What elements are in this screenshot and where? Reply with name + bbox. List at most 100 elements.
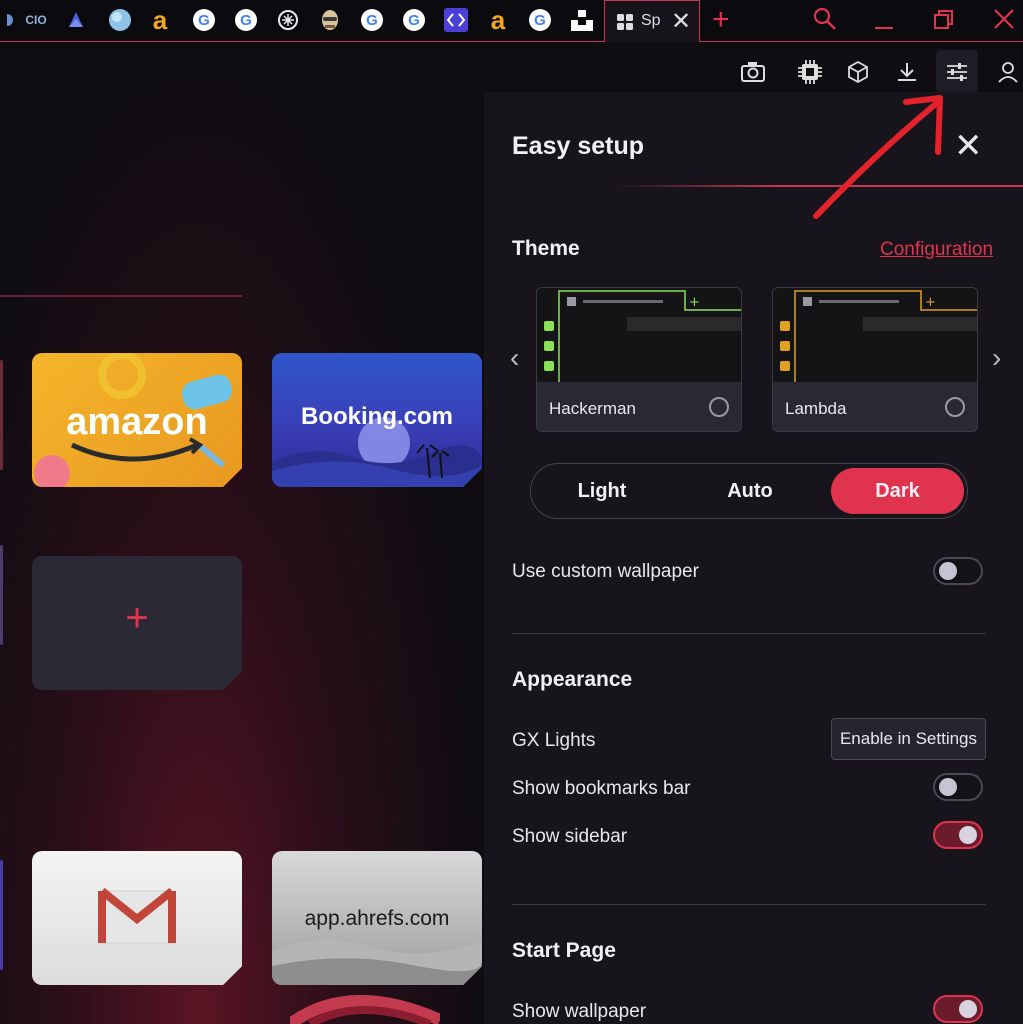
sidebar-toggle[interactable]: [933, 821, 983, 849]
show-wallpaper-label: Show wallpaper: [512, 1001, 647, 1022]
toggle-knob: [939, 778, 957, 796]
custom-wallpaper-toggle[interactable]: [933, 557, 983, 585]
speed-dial-tile-amazon[interactable]: amazon: [32, 353, 242, 487]
tab-google-2[interactable]: G: [234, 8, 258, 32]
tab-google-4[interactable]: G: [402, 8, 426, 32]
camera-icon: [741, 62, 765, 82]
tab-google-5[interactable]: G: [528, 8, 552, 32]
search-icon[interactable]: [812, 6, 838, 32]
tab-strip: CIO a G G G G a G Sp ✕ +: [0, 0, 1023, 42]
hackerman-dot: [544, 341, 554, 351]
svg-text:+: +: [925, 295, 936, 310]
active-tab-title: Sp: [641, 12, 661, 29]
toggle-knob: [939, 562, 957, 580]
left-edge-tile-fragment: [0, 360, 3, 470]
snapshot-button[interactable]: [739, 58, 767, 86]
start-page-section-title: Start Page: [512, 939, 616, 962]
speed-dial-tile-ahrefs[interactable]: app.ahrefs.com: [272, 851, 482, 985]
profile-button[interactable]: [994, 58, 1022, 86]
partial-favicon-icon: [7, 14, 13, 26]
appearance-section-title: Appearance: [512, 668, 633, 691]
annotation-arrow-icon: [813, 95, 943, 219]
close-window-icon[interactable]: [992, 7, 1016, 31]
tab-close-button[interactable]: ✕: [671, 7, 691, 36]
tab-amazon-2[interactable]: a: [486, 5, 510, 35]
new-tab-button[interactable]: +: [712, 3, 730, 37]
tab-partial-favicon[interactable]: [0, 8, 24, 32]
decorative-ribbon-icon: [290, 994, 440, 1024]
speed-dial-tile-booking[interactable]: Booking.com: [272, 353, 482, 487]
unsplash-favicon-icon: [571, 10, 593, 31]
tab-amazon-1[interactable]: a: [148, 7, 172, 33]
speed-dial-grid-icon: [617, 14, 633, 30]
custom-wallpaper-label: Use custom wallpaper: [512, 561, 699, 582]
tab-cio[interactable]: CIO: [24, 8, 48, 32]
lambda-preview-icon: +: [794, 290, 977, 382]
plus-icon: +: [125, 596, 149, 640]
profile-icon: [998, 62, 1018, 83]
tab-google-3[interactable]: G: [360, 8, 384, 32]
openai-favicon-icon: [278, 10, 298, 30]
mode-dark-button[interactable]: Dark: [831, 464, 964, 518]
linear-favicon-icon: [69, 12, 83, 27]
bookmarks-bar-toggle[interactable]: [933, 773, 983, 801]
hackerman-radio[interactable]: [709, 397, 729, 417]
toggle-knob: [959, 826, 977, 844]
cio-favicon-label: CIO: [25, 13, 47, 27]
tab-speed-dial-active[interactable]: Sp ✕: [604, 0, 700, 42]
tab-avatar[interactable]: [318, 8, 342, 32]
svg-text:+: +: [689, 295, 700, 310]
gmail-tile-label: M: [32, 851, 242, 852]
booking-tile-label: Booking.com: [300, 403, 453, 430]
avatar-favicon-icon: [322, 10, 338, 30]
tab-chatgpt[interactable]: [276, 8, 300, 32]
theme-prev-chevron-icon[interactable]: ‹: [510, 342, 519, 374]
toggle-knob: [959, 1000, 977, 1018]
amazon-favicon-icon: a: [490, 5, 506, 35]
show-wallpaper-toggle[interactable]: [933, 995, 983, 1023]
lambda-radio[interactable]: [945, 397, 965, 417]
gmail-envelope-icon: [98, 887, 176, 944]
tab-unsplash[interactable]: [570, 8, 594, 32]
google-favicon-icon: G: [361, 9, 383, 31]
minimize-icon[interactable]: [872, 8, 896, 32]
section-divider: [512, 633, 986, 634]
ahrefs-tile-label: app.ahrefs.com: [304, 907, 450, 930]
hackerman-dot: [544, 361, 554, 371]
mode-light-button[interactable]: Light: [531, 464, 673, 518]
speed-dial-separator: [0, 295, 242, 297]
theme-card-hackerman[interactable]: + Hackerman: [536, 287, 742, 432]
speed-dial-tile-gmail[interactable]: M: [32, 851, 242, 985]
enable-in-settings-button[interactable]: Enable in Settings: [831, 718, 986, 760]
lambda-dot: [780, 321, 790, 331]
restore-icon[interactable]: [932, 8, 956, 32]
panel-title: Easy setup: [512, 132, 645, 160]
gx-lights-label: GX Lights: [512, 730, 596, 751]
configuration-link[interactable]: Configuration: [880, 239, 993, 261]
theme-next-chevron-icon[interactable]: ›: [992, 342, 1001, 374]
theme-section-title: Theme: [512, 237, 580, 260]
sidebar-label: Show sidebar: [512, 826, 628, 847]
left-edge-tile-fragment: [0, 860, 3, 970]
mode-auto-button[interactable]: Auto: [677, 464, 823, 518]
hackerman-dot: [544, 321, 554, 331]
google-favicon-icon: G: [235, 9, 257, 31]
easy-setup-panel: Easy setup ✕ Theme Configuration ‹ › + H…: [484, 92, 1023, 1024]
tab-globe[interactable]: [108, 8, 132, 32]
tab-code[interactable]: [444, 8, 468, 32]
hackerman-preview-icon: +: [558, 290, 741, 382]
theme-card-lambda[interactable]: + Lambda: [772, 287, 978, 432]
speed-dial-add-tile[interactable]: +: [32, 556, 242, 690]
tab-google-1[interactable]: G: [192, 8, 216, 32]
lambda-dot: [780, 341, 790, 351]
globe-favicon-icon: [109, 9, 131, 31]
google-favicon-icon: G: [193, 9, 215, 31]
bookmarks-bar-label: Show bookmarks bar: [512, 778, 691, 799]
google-favicon-icon: G: [529, 9, 551, 31]
google-favicon-icon: G: [403, 9, 425, 31]
code-favicon-icon: [444, 8, 468, 32]
lambda-preview: +: [773, 288, 977, 382]
amazon-tile-label: amazon: [66, 401, 208, 443]
tab-linear[interactable]: [64, 8, 88, 32]
theme-mode-switch: Light Auto Dark: [530, 463, 968, 519]
